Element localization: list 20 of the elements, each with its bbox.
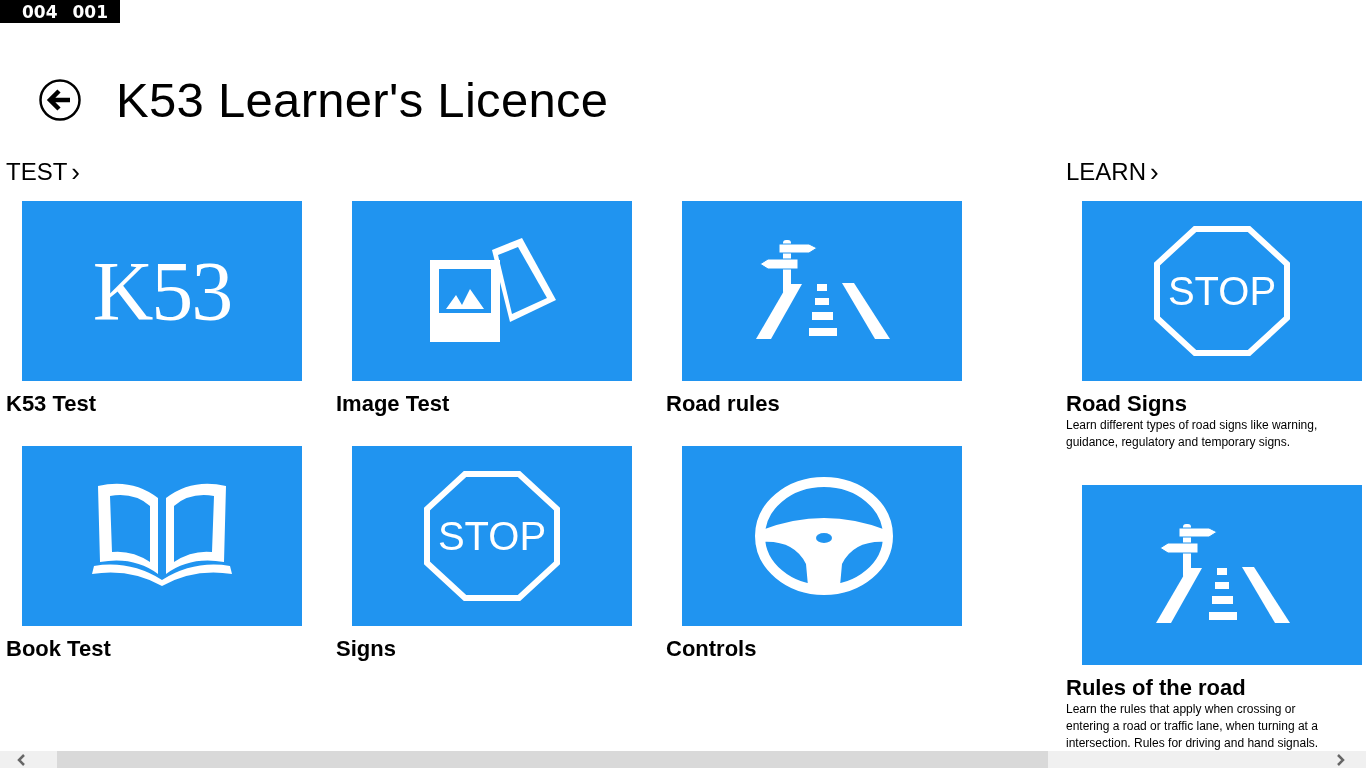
chevron-icon[interactable]: › [71,156,80,188]
counter-value: 004 [22,1,58,22]
stop-sign-icon: STOP [1154,226,1290,356]
logo-text: K53 [92,243,232,340]
chevron-icon[interactable]: › [1150,156,1159,188]
counter-value: 001 [72,1,108,22]
page-title: K53 Learner's Licence [116,72,609,128]
section-heading[interactable]: LEARN [1066,158,1147,186]
tile-title: Road Signs [1066,391,1188,417]
tile-description: Learn different types of road signs like warning, guidance, regulatory and temporary signs. [1066,417,1319,451]
stop-sign-icon: STOP [424,471,560,601]
tile-title: K53 Test [6,391,98,417]
section-heading[interactable]: TEST [6,158,68,186]
tile-title: Road rules [666,391,781,417]
tile-title: Controls [666,636,758,662]
tile-title: Rules of the road [1066,675,1247,701]
tile-title: Book Test [6,636,112,662]
tile-title: Signs [336,636,397,662]
tile-title: Image Test [336,391,451,417]
tile-description: Learn the rules that apply when crossing or entering a road or traffic lane, when turning at a intersection. Rules for driving and hand signals. [1066,701,1320,752]
